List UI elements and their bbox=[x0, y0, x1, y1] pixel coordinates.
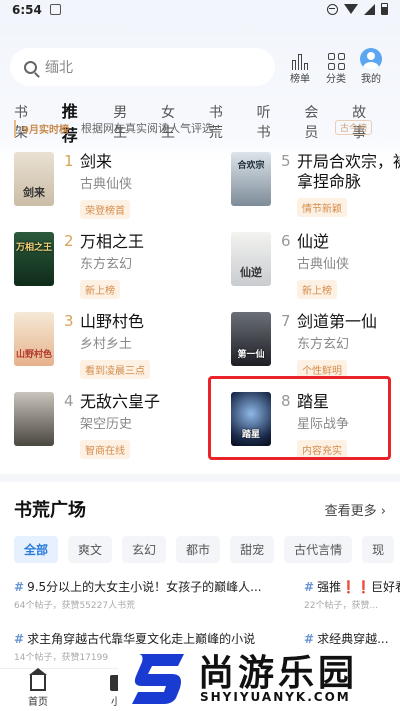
ranking-description: 根据网友真实阅读人气评选 bbox=[80, 122, 213, 135]
book-tag: 情节新颖 bbox=[297, 198, 347, 217]
chip-ancient-romance[interactable]: 古代言情 bbox=[284, 536, 353, 563]
book-title: 山野村色 bbox=[80, 312, 145, 331]
book-title: 开局合欢宗，被拿捏命脉 bbox=[297, 152, 400, 191]
status-time: 6:54 bbox=[12, 3, 42, 17]
book-cover: 山野村色 bbox=[14, 312, 54, 366]
watermark-title: 尚游乐园 bbox=[198, 653, 359, 694]
book-item[interactable]: 4 无敌六皇子 架空历史 智商在线 bbox=[14, 392, 190, 459]
book-title: 万相之王 bbox=[80, 232, 145, 251]
post-title: 9.5分以上的大女主小说！女孩子的巅峰人... bbox=[27, 580, 262, 594]
ranking-label: 榜单 bbox=[290, 74, 310, 85]
wifi-icon bbox=[344, 4, 358, 14]
chip-all[interactable]: 全部 bbox=[14, 536, 59, 563]
highlight-box bbox=[208, 376, 391, 460]
book-genre: 东方玄幻 bbox=[80, 257, 133, 272]
book-title: 仙逆 bbox=[297, 232, 330, 251]
nav-home-label: 首页 bbox=[28, 697, 48, 708]
signal-icon bbox=[364, 3, 375, 15]
home-icon bbox=[29, 668, 47, 691]
book-tag: 新上榜 bbox=[80, 280, 120, 299]
notification-icon bbox=[50, 4, 61, 15]
chip-shuangwen[interactable]: 爽文 bbox=[68, 536, 113, 563]
book-title: 无敌六皇子 bbox=[80, 392, 161, 411]
grid-icon bbox=[327, 53, 345, 70]
book-rank: 6 bbox=[281, 232, 291, 250]
book-item[interactable]: 剑来 1 剑来 古典仙侠 荣登榜首 bbox=[14, 152, 190, 219]
category-button[interactable]: 分类 bbox=[318, 48, 354, 85]
topic-chips: 全部 爽文 玄幻 都市 甜宠 古代言情 现 bbox=[14, 536, 395, 563]
hashtag-icon: # bbox=[14, 632, 25, 646]
chip-xuanhuan[interactable]: 玄幻 bbox=[122, 536, 167, 563]
book-cover bbox=[14, 392, 54, 446]
book-item[interactable]: 仙逆 6 仙逆 古典仙侠 新上榜 bbox=[231, 232, 400, 299]
book-rank: 2 bbox=[64, 232, 74, 250]
book-cover: 仙逆 bbox=[231, 232, 271, 286]
book-title: 剑来 bbox=[80, 152, 113, 171]
book-genre: 古典仙侠 bbox=[80, 177, 133, 192]
book-rank: 3 bbox=[64, 312, 74, 330]
search-icon bbox=[24, 60, 37, 74]
status-icons bbox=[327, 3, 388, 15]
book-item[interactable]: 万相之王 2 万相之王 东方玄幻 新上榜 bbox=[14, 232, 190, 299]
book-cover: 第一仙 bbox=[231, 312, 271, 366]
post-meta: 22个帖子，获赞... bbox=[304, 601, 379, 611]
section-divider bbox=[0, 474, 400, 482]
nav-home[interactable]: 首页 bbox=[28, 668, 48, 708]
book-item[interactable]: 第一仙 7 剑道第一仙 东方玄幻 个性鲜明 bbox=[231, 312, 400, 379]
post-item[interactable]: #9.5分以上的大女主小说！女孩子的巅峰人... 64个帖子，获赞55227人书… bbox=[14, 578, 304, 611]
category-label: 分类 bbox=[326, 74, 346, 85]
profile-label: 我的 bbox=[361, 74, 381, 85]
chart-bars-icon bbox=[292, 54, 308, 70]
avatar-icon bbox=[360, 48, 382, 70]
ranking-stamp: 古今榜 bbox=[334, 120, 372, 135]
do-not-disturb-icon bbox=[327, 3, 338, 15]
chip-urban[interactable]: 都市 bbox=[176, 536, 221, 563]
book-genre: 架空历史 bbox=[80, 417, 133, 432]
book-genre: 古典仙侠 bbox=[297, 257, 350, 272]
book-genre: 乡村乡土 bbox=[80, 337, 133, 352]
watermark: 尚游乐园 SHYIYUANYK.COM bbox=[118, 644, 400, 711]
chip-sweet[interactable]: 甜宠 bbox=[230, 536, 275, 563]
search-placeholder: 缅北 bbox=[45, 60, 73, 76]
book-tag: 新上榜 bbox=[297, 280, 337, 299]
post-title: 强推❗️❗️巨好看 bbox=[317, 580, 400, 594]
post-item[interactable]: # 强推❗️❗️巨好看 22个帖子，获赞... bbox=[304, 578, 400, 611]
search-input[interactable]: 缅北 bbox=[10, 48, 275, 86]
watermark-logo-icon bbox=[132, 654, 184, 704]
book-tag: 智商在线 bbox=[80, 440, 130, 459]
ranking-button[interactable]: 榜单 bbox=[282, 48, 318, 85]
ranking-badge: 9月实时榜 bbox=[14, 119, 75, 137]
book-item[interactable]: 山野村色 3 山野村色 乡村乡土 看到凌晨三点 bbox=[14, 312, 190, 379]
chip-more[interactable]: 现 bbox=[362, 536, 395, 563]
book-rank: 1 bbox=[64, 152, 74, 170]
status-bar: 6:54 bbox=[0, 0, 400, 22]
book-rank: 7 bbox=[281, 312, 291, 330]
view-more-link[interactable]: 查看更多 › bbox=[325, 500, 386, 519]
hashtag-icon: # bbox=[304, 580, 315, 594]
book-cover: 万相之王 bbox=[14, 232, 54, 286]
header-area: 缅北 榜单 分类 我的 书架 推荐 男生 女生 书荒 听书 会员 故事 bbox=[0, 22, 400, 162]
ranking-banner[interactable]: 9月实时榜 根据网友真实阅读人气评选 古今榜 bbox=[14, 118, 386, 138]
profile-button[interactable]: 我的 bbox=[353, 48, 389, 85]
book-cover: 剑来 bbox=[14, 152, 54, 206]
section-title: 书荒广场 bbox=[14, 500, 86, 521]
book-genre: 东方玄幻 bbox=[297, 337, 350, 352]
book-title: 剑道第一仙 bbox=[297, 312, 378, 331]
book-tag: 荣登榜首 bbox=[80, 200, 130, 219]
book-tag: 看到凌晨三点 bbox=[80, 360, 150, 379]
book-rank: 4 bbox=[64, 392, 74, 410]
battery-icon bbox=[381, 3, 388, 15]
book-rank: 5 bbox=[281, 152, 291, 170]
hashtag-icon: # bbox=[14, 580, 25, 594]
book-cover: 合欢宗 bbox=[231, 152, 271, 206]
post-meta: 64个帖子，获赞55227人书荒 bbox=[14, 601, 136, 611]
watermark-url: SHYIYUANYK.COM bbox=[200, 690, 351, 704]
book-item[interactable]: 合欢宗 5 开局合欢宗，被拿捏命脉 情节新颖 bbox=[231, 152, 400, 217]
